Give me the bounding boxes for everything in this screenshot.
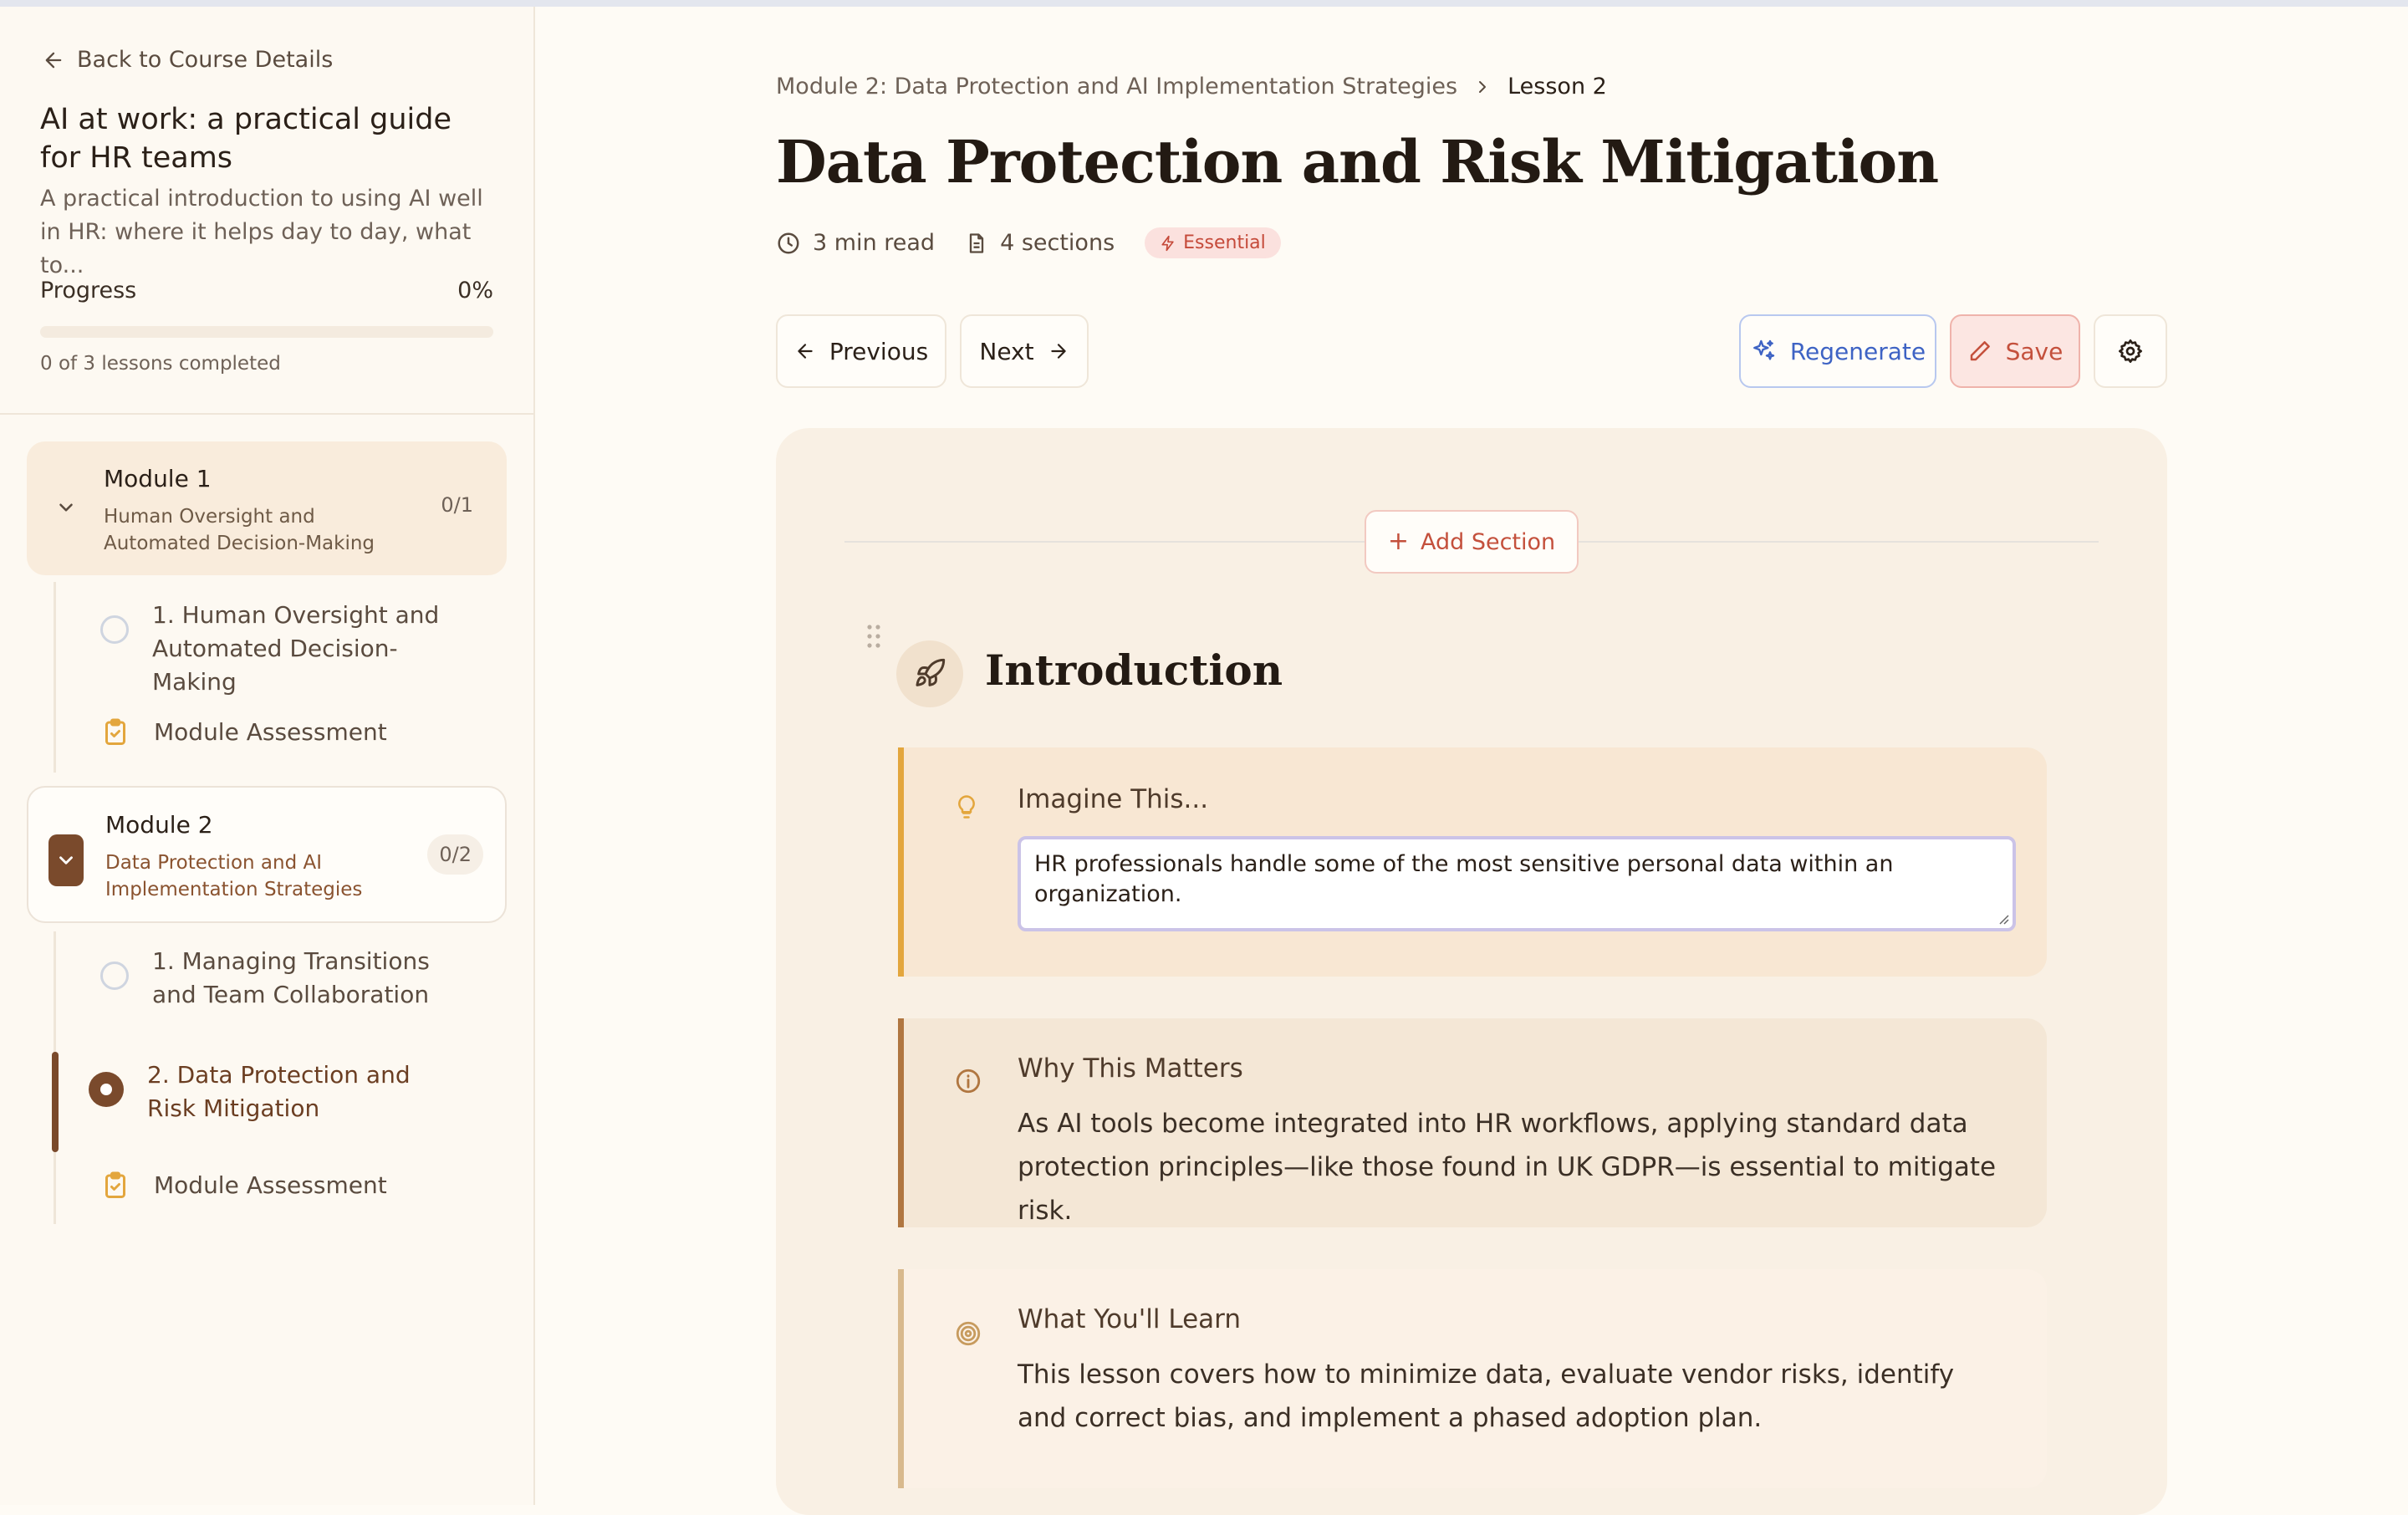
arrow-right-icon	[1050, 344, 1066, 359]
module-1-card[interactable]: Module 1 Human Oversight and Automated D…	[27, 441, 507, 575]
clipboard-check-icon	[105, 1171, 125, 1198]
callout-body: This lesson covers how to minimize data,…	[1018, 1359, 1955, 1433]
next-label: Next	[979, 337, 1034, 365]
module-progress-count: 0/1	[441, 493, 473, 517]
progress-percentage: 0%	[457, 278, 493, 304]
section-icon	[896, 640, 963, 707]
lightning-icon	[1161, 235, 1174, 251]
module-subtitle: Human Oversight and Automated Decision-M…	[104, 506, 375, 554]
regenerate-label: Regenerate	[1789, 337, 1926, 365]
imagine-this-callout: Imagine This... HR professionals handle …	[898, 747, 2047, 977]
sparkles-icon	[1752, 339, 1775, 360]
gear-icon	[2119, 339, 2142, 363]
clock-icon	[778, 232, 799, 253]
module-title: Module 2	[105, 811, 213, 839]
course-description: A practical introduction to using AI wel…	[40, 186, 483, 278]
section-title[interactable]: Introduction	[985, 645, 1283, 695]
callout-heading: Imagine This...	[1018, 784, 1209, 814]
sidebar-lesson-item[interactable]: 1. Human Oversight and Automated Decisio…	[100, 599, 468, 699]
arrow-left-icon	[798, 344, 813, 359]
module-subtitle: Data Protection and AI Implementation St…	[105, 852, 363, 900]
callout-text-value: HR professionals handle some of the most…	[1034, 851, 1894, 907]
progress-label: Progress	[40, 278, 137, 304]
previous-button[interactable]: Previous	[776, 314, 946, 388]
lessons-completed-text: 0 of 3 lessons completed	[40, 353, 281, 375]
progress-bar	[40, 326, 493, 338]
sidebar-lesson-item[interactable]: 1. Managing Transitions and Team Collabo…	[100, 945, 468, 1012]
callout-body: As AI tools become integrated into HR wo…	[1018, 1109, 1997, 1226]
callout-text-input[interactable]: HR professionals handle some of the most…	[1018, 836, 2016, 931]
lesson-label: 1. Managing Transitions and Team Collabo…	[152, 947, 430, 1008]
chevron-down-icon[interactable]	[48, 834, 84, 886]
regenerate-button[interactable]: Regenerate	[1739, 314, 1936, 388]
previous-label: Previous	[829, 337, 929, 365]
course-sidebar: Back to Course Details AI at work: a pra…	[0, 7, 535, 1505]
lesson-rail	[54, 582, 56, 773]
target-icon	[956, 1321, 981, 1346]
page-title: Data Protection and Risk Mitigation	[776, 127, 1939, 196]
settings-button[interactable]	[2094, 314, 2167, 388]
sidebar-divider	[0, 413, 533, 415]
arrow-left-icon	[45, 52, 62, 68]
breadcrumb: Module 2: Data Protection and AI Impleme…	[776, 74, 1607, 99]
pencil-icon	[1970, 341, 1990, 361]
sidebar-lesson-item-active[interactable]: 2. Data Protection and Risk Mitigation	[89, 1058, 457, 1125]
module-progress-count: 0/2	[427, 834, 483, 875]
breadcrumb-module-link[interactable]: Module 2: Data Protection and AI Impleme…	[776, 74, 1457, 99]
lesson-label: Module Assessment	[154, 1171, 387, 1199]
rocket-icon	[916, 658, 946, 686]
lesson-label: 1. Human Oversight and Automated Decisio…	[152, 601, 440, 696]
plus-icon: +	[1387, 527, 1409, 556]
callout-heading: What You'll Learn	[1018, 1304, 1241, 1334]
lesson-label: Module Assessment	[154, 718, 387, 746]
what-youll-learn-callout: What You'll Learn This lesson covers how…	[898, 1269, 2047, 1488]
sidebar-assessment-item[interactable]: Module Assessment	[100, 716, 387, 749]
badge-label: Essential	[1183, 232, 1266, 253]
module-2-card[interactable]: Module 2 Data Protection and AI Implemen…	[27, 786, 507, 923]
document-icon	[969, 232, 984, 253]
lesson-label: 2. Data Protection and Risk Mitigation	[147, 1061, 411, 1122]
lesson-meta: 3 min read 4 sections Essential	[776, 227, 1281, 258]
chevron-right-icon	[1479, 80, 1487, 93]
save-label: Save	[2005, 337, 2064, 365]
breadcrumb-current: Lesson 2	[1508, 74, 1607, 99]
read-time: 3 min read	[776, 230, 935, 256]
essential-badge: Essential	[1145, 227, 1281, 258]
current-lesson-radio-icon	[89, 1072, 124, 1107]
add-section-button[interactable]: + Add Section	[1365, 510, 1579, 574]
clipboard-check-icon	[105, 718, 125, 745]
resize-handle-icon[interactable]	[1996, 911, 2009, 925]
section-count: 4 sections	[965, 230, 1115, 256]
sidebar-assessment-item[interactable]: Module Assessment	[100, 1169, 387, 1202]
active-lesson-indicator	[52, 1052, 59, 1152]
incomplete-circle-icon	[100, 962, 129, 990]
drag-handle-icon[interactable]	[866, 624, 881, 649]
save-button[interactable]: Save	[1950, 314, 2080, 388]
incomplete-circle-icon	[100, 615, 129, 644]
lightbulb-icon	[958, 795, 975, 819]
why-this-matters-callout: Why This Matters As AI tools become inte…	[898, 1018, 2047, 1227]
top-accent-bar	[0, 0, 2408, 7]
next-button[interactable]: Next	[960, 314, 1089, 388]
info-icon	[956, 1069, 981, 1094]
back-link-label: Back to Course Details	[77, 47, 334, 73]
lesson-content-panel: + Add Section Introduction Imagine This.…	[776, 428, 2167, 1515]
module-title: Module 1	[104, 465, 212, 492]
chevron-down-icon[interactable]	[52, 493, 80, 522]
back-to-course-link[interactable]: Back to Course Details	[42, 47, 333, 73]
add-section-label: Add Section	[1420, 528, 1556, 555]
section-count-label: 4 sections	[1000, 230, 1115, 256]
callout-heading: Why This Matters	[1018, 1053, 1243, 1084]
course-title: AI at work: a practical guide for HR tea…	[40, 103, 452, 175]
read-time-label: 3 min read	[813, 230, 936, 256]
